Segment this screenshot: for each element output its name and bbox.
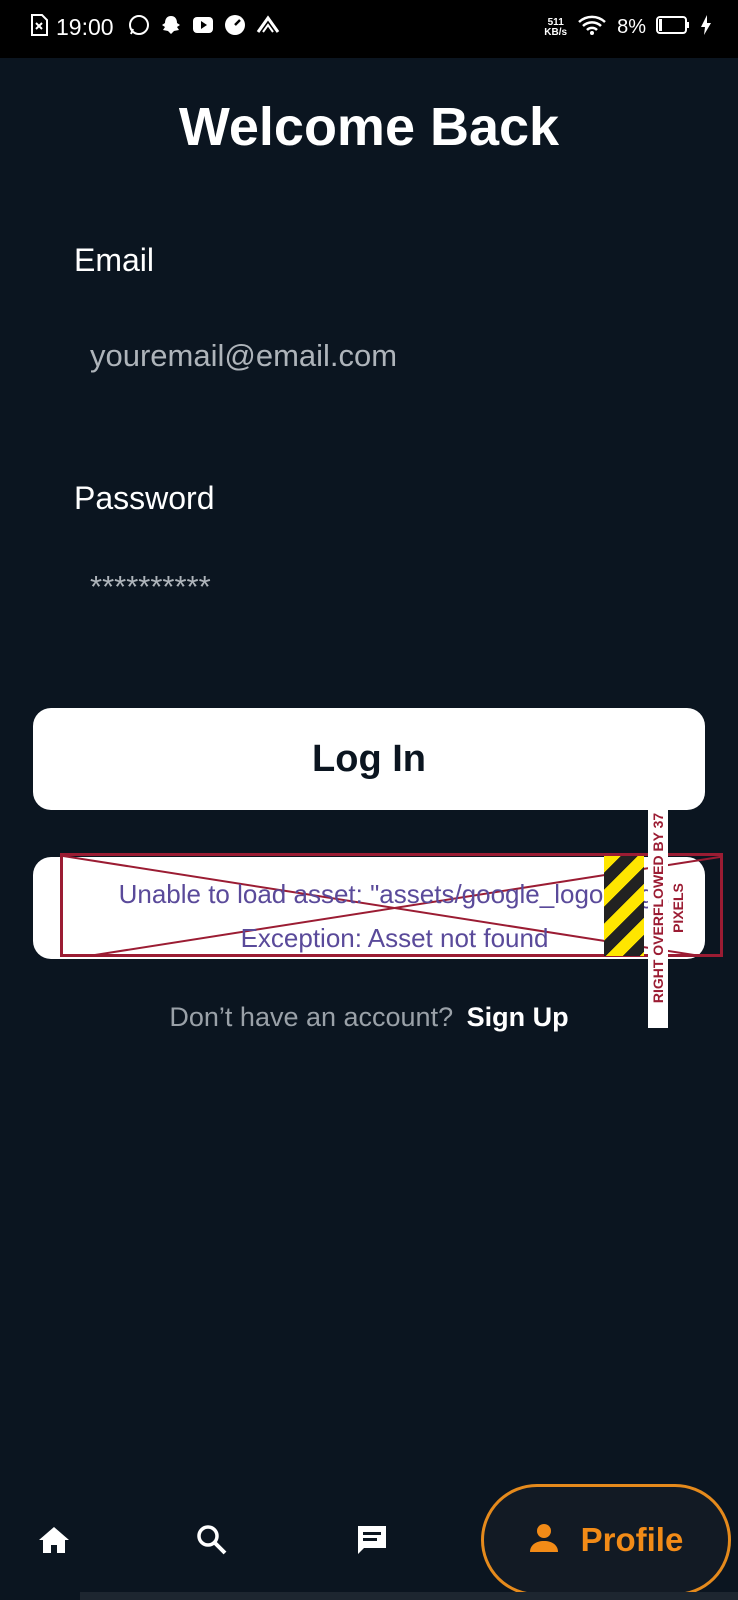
nav-profile-label: Profile — [580, 1521, 684, 1558]
status-time: 19:00 — [56, 14, 114, 40]
net-speed-value: 511 — [547, 16, 564, 28]
sim-icon — [30, 14, 48, 41]
person-icon — [529, 1523, 559, 1558]
speedometer-icon — [224, 14, 246, 41]
nav-home[interactable] — [32, 1520, 76, 1564]
chat-icon — [355, 1523, 389, 1562]
password-field[interactable] — [74, 556, 682, 618]
overflow-warning-label: RIGHT OVERFLOWED BY 37 PIXELS — [648, 788, 686, 1028]
system-nav-strip — [80, 1592, 738, 1600]
status-bar: 19:00 511 KB/s 8% — [0, 0, 738, 58]
app-icon — [256, 14, 280, 41]
net-speed: 511 KB/s — [544, 16, 568, 38]
snapchat-icon — [160, 14, 182, 41]
email-field[interactable] — [74, 325, 682, 387]
email-label: Email — [74, 242, 155, 278]
page-title: Welcome Back — [178, 97, 560, 157]
signup-link[interactable]: Sign Up — [467, 1002, 569, 1032]
status-left: 19:00 — [30, 14, 280, 41]
signup-prompt: Don’t have an account? Sign Up — [0, 1002, 738, 1033]
login-button[interactable]: Log In — [33, 708, 705, 810]
nav-profile[interactable]: Profile — [481, 1484, 731, 1596]
charging-icon — [700, 14, 712, 41]
net-speed-unit: KB/s — [544, 26, 568, 38]
youtube-icon — [192, 14, 214, 41]
search-icon — [196, 1524, 228, 1561]
whatsapp-icon — [128, 14, 150, 41]
nav-search[interactable] — [190, 1520, 234, 1564]
wifi-icon — [577, 14, 607, 41]
battery-percent: 8% — [617, 16, 646, 38]
bottom-nav: Profile — [0, 1484, 738, 1600]
signup-question: Don’t have an account? — [169, 1002, 454, 1032]
nav-messages[interactable] — [350, 1520, 394, 1564]
status-right: 511 KB/s 8% — [544, 14, 712, 41]
overflow-hazard-stripes — [604, 856, 644, 956]
home-icon — [37, 1525, 71, 1560]
battery-icon — [656, 15, 690, 40]
email-field-wrapper — [74, 325, 682, 387]
password-field-wrapper — [74, 556, 682, 618]
password-label: Password — [74, 480, 215, 516]
